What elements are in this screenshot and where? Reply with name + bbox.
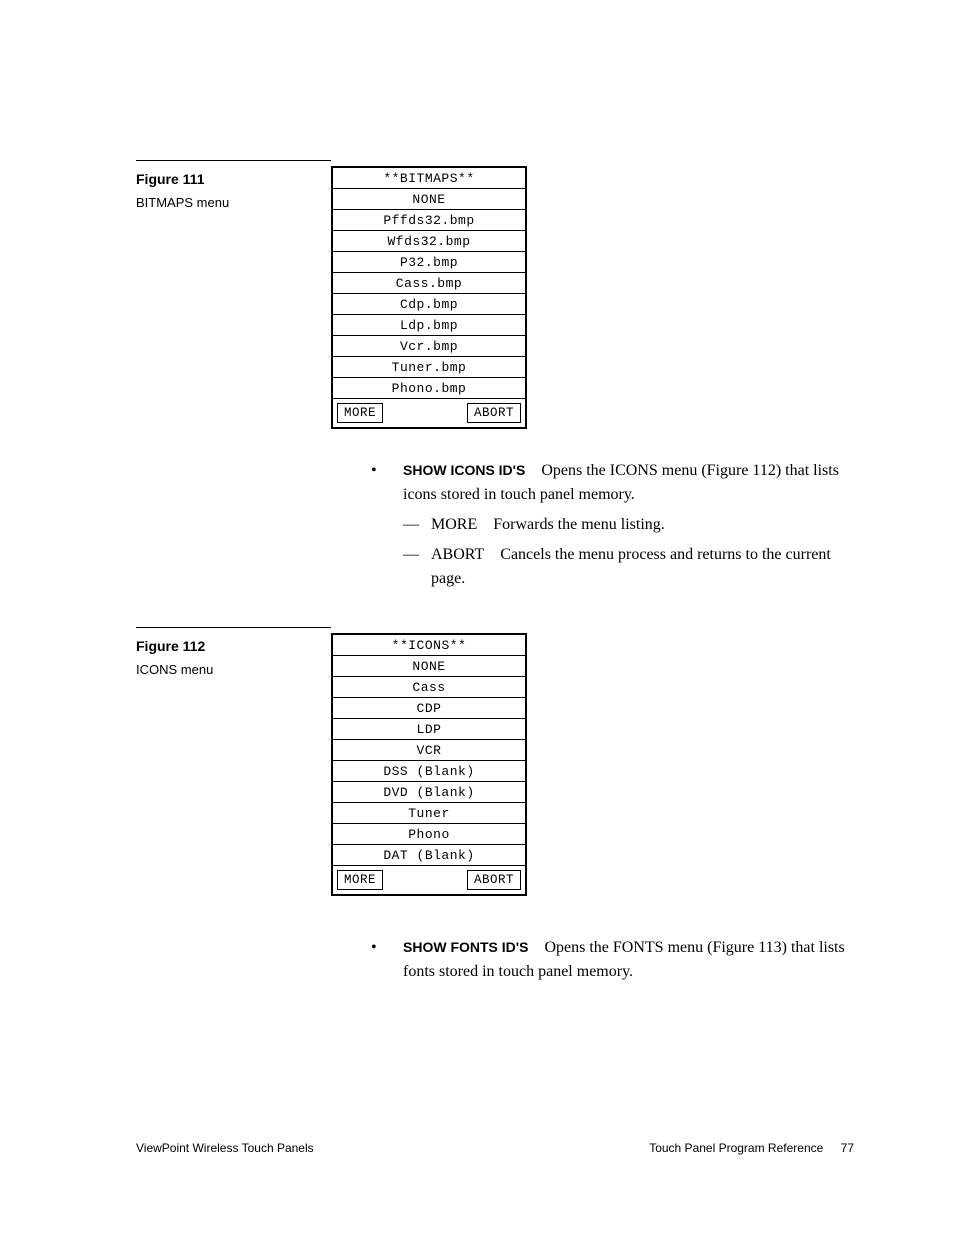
menu-item[interactable]: Vcr.bmp	[333, 336, 525, 357]
bullet-icon: •	[371, 936, 403, 984]
menu-item[interactable]: Pffds32.bmp	[333, 210, 525, 231]
page-number: 77	[841, 1141, 854, 1155]
dash-icon: —	[403, 513, 431, 537]
icons-menu-footer: MORE ABORT	[333, 866, 525, 894]
figure-112-label: Figure 112	[136, 638, 311, 654]
icons-menu-panel: **ICONS** NONE Cass CDP LDP VCR DSS (Bla…	[331, 633, 527, 896]
sub-bullet-text: MORE Forwards the menu listing.	[431, 513, 665, 537]
menu-item[interactable]: DAT (Blank)	[333, 845, 525, 866]
abort-desc: Cancels the menu process and returns to …	[431, 546, 831, 587]
sub-bullets: — MORE Forwards the menu listing. — ABOR…	[403, 513, 854, 591]
bitmaps-menu-title: **BITMAPS**	[333, 168, 525, 189]
more-button[interactable]: MORE	[337, 403, 383, 423]
show-icons-bullet-block: • SHOW ICONS ID'S Opens the ICONS menu (…	[371, 459, 854, 591]
menu-item[interactable]: Wfds32.bmp	[333, 231, 525, 252]
page-footer: ViewPoint Wireless Touch Panels Touch Pa…	[0, 1141, 954, 1155]
menu-item[interactable]: Tuner.bmp	[333, 357, 525, 378]
figure-111-label: Figure 111	[136, 171, 311, 187]
footer-right-group: Touch Panel Program Reference 77	[649, 1141, 854, 1155]
icons-menu-title: **ICONS**	[333, 635, 525, 656]
abort-button[interactable]: ABORT	[467, 403, 521, 423]
menu-item[interactable]: Cass	[333, 677, 525, 698]
menu-item[interactable]: NONE	[333, 189, 525, 210]
figure-111-body: **BITMAPS** NONE Pffds32.bmp Wfds32.bmp …	[331, 160, 854, 597]
show-icons-term: SHOW ICONS ID'S	[403, 462, 525, 478]
sub-bullet-text: ABORT Cancels the menu process and retur…	[431, 543, 854, 591]
figure-112-caption: ICONS menu	[136, 662, 311, 677]
bitmaps-menu-footer: MORE ABORT	[333, 399, 525, 427]
abort-term: ABORT	[431, 546, 484, 563]
page: Figure 111 BITMAPS menu **BITMAPS** NONE…	[0, 0, 954, 1235]
bullet-icon: •	[371, 459, 403, 507]
figure-111-caption: BITMAPS menu	[136, 195, 311, 210]
figure-111-sidebar: Figure 111 BITMAPS menu	[136, 160, 331, 597]
menu-item[interactable]: Phono	[333, 824, 525, 845]
menu-item[interactable]: P32.bmp	[333, 252, 525, 273]
abort-button[interactable]: ABORT	[467, 870, 521, 890]
footer-right: Touch Panel Program Reference	[649, 1141, 823, 1155]
menu-item[interactable]: DVD (Blank)	[333, 782, 525, 803]
more-button[interactable]: MORE	[337, 870, 383, 890]
sub-bullet-abort: — ABORT Cancels the menu process and ret…	[403, 543, 854, 591]
bullet-text: SHOW ICONS ID'S Opens the ICONS menu (Fi…	[403, 459, 854, 507]
menu-item[interactable]: NONE	[333, 656, 525, 677]
menu-item[interactable]: Cdp.bmp	[333, 294, 525, 315]
bullet-text: SHOW FONTS ID'S Opens the FONTS menu (Fi…	[403, 936, 854, 984]
menu-item[interactable]: VCR	[333, 740, 525, 761]
footer-left: ViewPoint Wireless Touch Panels	[136, 1141, 314, 1155]
more-desc: Forwards the menu listing.	[493, 516, 665, 533]
menu-item[interactable]: DSS (Blank)	[333, 761, 525, 782]
menu-item[interactable]: Phono.bmp	[333, 378, 525, 399]
menu-item[interactable]: Ldp.bmp	[333, 315, 525, 336]
figure-112-sidebar: Figure 112 ICONS menu	[136, 627, 331, 990]
figure-111-section: Figure 111 BITMAPS menu **BITMAPS** NONE…	[136, 160, 854, 597]
menu-item[interactable]: CDP	[333, 698, 525, 719]
show-fonts-bullet: • SHOW FONTS ID'S Opens the FONTS menu (…	[371, 936, 854, 984]
more-term: MORE	[431, 516, 477, 533]
menu-item[interactable]: LDP	[333, 719, 525, 740]
menu-item[interactable]: Tuner	[333, 803, 525, 824]
figure-112-body: **ICONS** NONE Cass CDP LDP VCR DSS (Bla…	[331, 627, 854, 990]
show-fonts-bullet-block: • SHOW FONTS ID'S Opens the FONTS menu (…	[371, 936, 854, 984]
bitmaps-menu-panel: **BITMAPS** NONE Pffds32.bmp Wfds32.bmp …	[331, 166, 527, 429]
menu-item[interactable]: Cass.bmp	[333, 273, 525, 294]
figure-112-section: Figure 112 ICONS menu **ICONS** NONE Cas…	[136, 627, 854, 990]
dash-icon: —	[403, 543, 431, 591]
show-icons-bullet: • SHOW ICONS ID'S Opens the ICONS menu (…	[371, 459, 854, 507]
sub-bullet-more: — MORE Forwards the menu listing.	[403, 513, 854, 537]
show-fonts-term: SHOW FONTS ID'S	[403, 939, 528, 955]
